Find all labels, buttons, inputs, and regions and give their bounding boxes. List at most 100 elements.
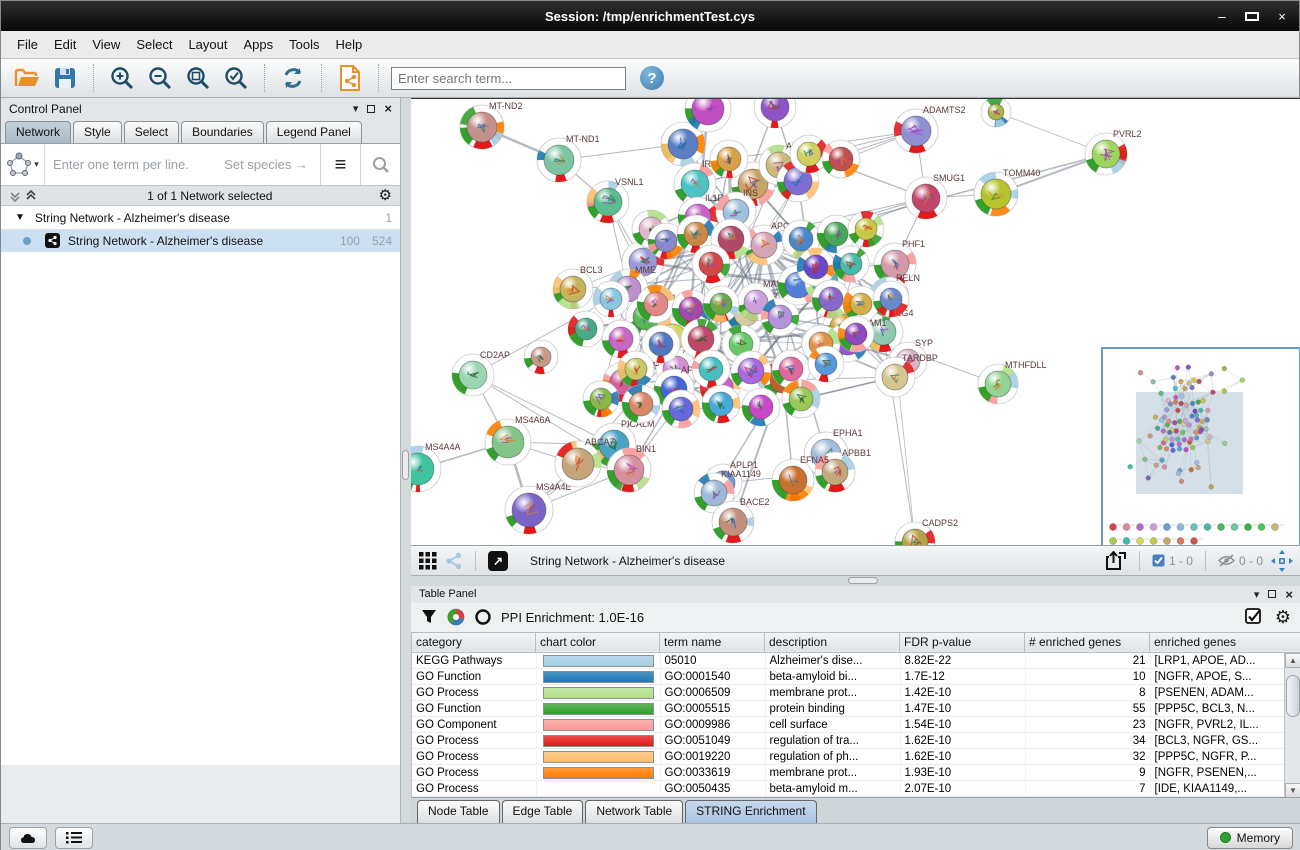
network-node[interactable]: TARDBP: [875, 353, 938, 397]
menu-select[interactable]: Select: [128, 34, 180, 55]
set-species-hint[interactable]: Set species →: [224, 157, 308, 172]
network-row-selected[interactable]: String Network - Alzheimer's disease 100…: [1, 229, 400, 252]
birdseye-toggle-icon[interactable]: [1271, 550, 1293, 572]
table-row[interactable]: GO ProcessGO:0019220regulation of ph...1…: [412, 749, 1300, 765]
tab-node-table[interactable]: Node Table: [417, 800, 500, 823]
collapse-triangle-icon[interactable]: ▼: [15, 212, 25, 223]
network-node[interactable]: [710, 140, 748, 178]
panel-close-icon[interactable]: ×: [1285, 587, 1293, 602]
network-node[interactable]: [838, 316, 874, 352]
network-node[interactable]: [593, 281, 629, 317]
column-header[interactable]: enriched genes: [1150, 632, 1300, 652]
network-node[interactable]: [833, 246, 869, 282]
gear-icon[interactable]: ⚙: [379, 188, 392, 203]
network-node[interactable]: [583, 381, 619, 417]
tab-legend-panel[interactable]: Legend Panel: [266, 121, 362, 143]
network-node[interactable]: [703, 286, 739, 322]
network-node[interactable]: [524, 340, 558, 374]
network-node[interactable]: [808, 346, 844, 382]
column-header[interactable]: # enriched genes: [1025, 632, 1150, 652]
column-header[interactable]: category: [412, 632, 536, 652]
network-node[interactable]: [637, 285, 675, 323]
tab-string-enrichment[interactable]: STRING Enrichment: [685, 800, 816, 823]
select-terms-icon[interactable]: [1245, 608, 1263, 626]
maximize-button[interactable]: [1245, 9, 1259, 24]
network-collection-row[interactable]: ▼ String Network - Alzheimer's disease 1: [1, 206, 400, 229]
menu-tools[interactable]: Tools: [281, 34, 327, 55]
expand-all-icon[interactable]: [25, 190, 37, 202]
zoom-in-button[interactable]: [106, 63, 138, 93]
zoom-fit-button[interactable]: [182, 63, 214, 93]
network-node[interactable]: [822, 140, 860, 178]
string-logo[interactable]: ▾: [1, 144, 45, 185]
scroll-down-icon[interactable]: ▼: [1285, 783, 1300, 797]
panel-close-icon[interactable]: ×: [384, 101, 392, 116]
splitter-handle[interactable]: [848, 577, 878, 584]
network-node[interactable]: MTHFDLL: [978, 360, 1047, 404]
tab-style[interactable]: Style: [73, 121, 122, 143]
tab-edge-table[interactable]: Edge Table: [502, 800, 584, 823]
panel-float-icon[interactable]: [367, 105, 375, 113]
scroll-up-icon[interactable]: ▲: [1285, 653, 1300, 668]
table-row[interactable]: GO FunctionGO:0005515protein binding1.47…: [412, 701, 1300, 717]
search-input[interactable]: [391, 67, 626, 90]
scrollbar-thumb[interactable]: [1286, 675, 1300, 717]
network-node[interactable]: [568, 311, 604, 347]
splitter-handle[interactable]: [402, 450, 409, 480]
menu-apps[interactable]: Apps: [236, 34, 282, 55]
panel-menu-icon[interactable]: ▾: [353, 102, 359, 115]
network-node[interactable]: [622, 385, 660, 423]
chevron-down-icon[interactable]: ▾: [34, 159, 39, 170]
string-query-input[interactable]: Enter one term per line. Set species →: [45, 144, 320, 185]
network-node[interactable]: ADAMTS2: [894, 105, 966, 153]
birds-eye-view[interactable]: [1101, 347, 1300, 546]
network-node[interactable]: [873, 281, 909, 317]
network-share-icon[interactable]: [445, 552, 463, 570]
network-node[interactable]: [692, 245, 730, 283]
column-header[interactable]: term name: [660, 632, 765, 652]
network-node[interactable]: CADPS2: [895, 518, 958, 546]
network-node[interactable]: MS4A4E: [505, 482, 572, 534]
ring-chart-icon[interactable]: [475, 609, 491, 625]
table-scrollbar[interactable]: ▲ ▼: [1284, 653, 1300, 797]
network-node[interactable]: [692, 350, 730, 388]
network-node[interactable]: [731, 351, 771, 391]
open-session-button[interactable]: [11, 63, 43, 93]
tab-select[interactable]: Select: [124, 121, 179, 143]
network-node[interactable]: [754, 99, 796, 128]
task-list-button[interactable]: [55, 827, 93, 849]
settings-gear-icon[interactable]: ⚙: [1275, 610, 1291, 625]
network-node[interactable]: [981, 99, 1011, 127]
network-node[interactable]: MT-ND2: [460, 101, 523, 149]
string-search-button[interactable]: [360, 144, 400, 185]
table-row[interactable]: KEGG Pathways05010Alzheimer's dise...8.8…: [412, 653, 1300, 669]
minimize-button[interactable]: –: [1215, 9, 1229, 24]
network-node[interactable]: [618, 351, 654, 387]
network-from-file-button[interactable]: [334, 63, 366, 93]
table-row[interactable]: GO ComponentGO:0009986cell surface1.54E-…: [412, 717, 1300, 733]
tab-network[interactable]: Network: [5, 121, 71, 143]
table-row[interactable]: GO ProcessGO:0050435beta-amyloid m...2.0…: [412, 781, 1300, 797]
network-canvas[interactable]: MT-ND2MT-ND1VSNL1GAB2IRS1CHATABCA1ACHEIL…: [411, 98, 1300, 546]
table-row[interactable]: GO ProcessGO:0033619membrane prot...1.93…: [412, 765, 1300, 781]
refresh-button[interactable]: [277, 63, 309, 93]
task-history-button[interactable]: [9, 827, 47, 849]
column-header[interactable]: FDR p-value: [900, 632, 1025, 652]
network-node[interactable]: PVRL2: [1085, 129, 1142, 175]
collapse-all-icon[interactable]: [9, 190, 21, 202]
network-node[interactable]: [662, 390, 700, 428]
menu-edit[interactable]: Edit: [46, 34, 84, 55]
save-session-button[interactable]: [49, 63, 81, 93]
pie-chart-icon[interactable]: [447, 608, 465, 626]
table-row[interactable]: GO FunctionGO:0001540beta-amyloid bi...1…: [412, 669, 1300, 685]
horizontal-splitter[interactable]: [411, 576, 1300, 586]
filter-icon[interactable]: [421, 609, 437, 625]
network-node[interactable]: VSNL1: [587, 177, 644, 223]
tab-network-table[interactable]: Network Table: [585, 800, 683, 823]
menu-layout[interactable]: Layout: [180, 34, 235, 55]
zoom-out-button[interactable]: [144, 63, 176, 93]
network-node[interactable]: [782, 380, 820, 418]
tab-boundaries[interactable]: Boundaries: [181, 121, 264, 143]
enrichment-table[interactable]: KEGG Pathways05010Alzheimer's dise...8.8…: [411, 653, 1300, 797]
memory-button[interactable]: Memory: [1207, 827, 1293, 849]
